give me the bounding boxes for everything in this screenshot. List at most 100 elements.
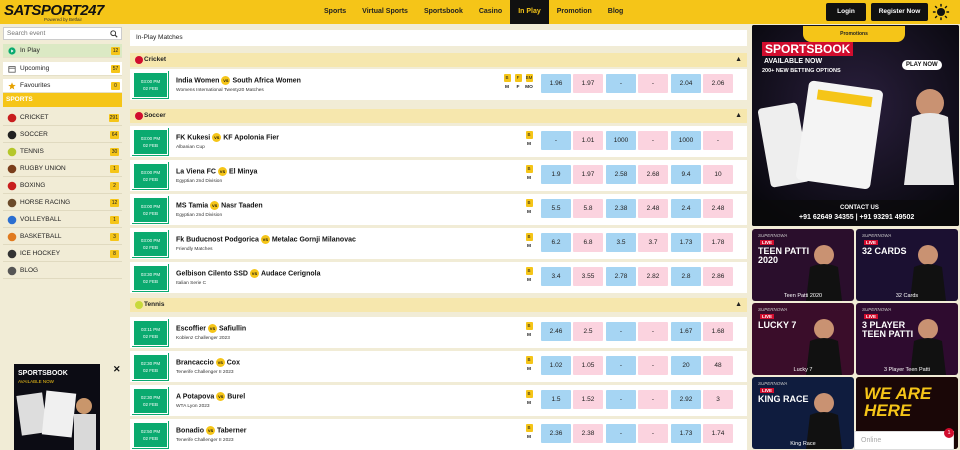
match-teams[interactable]: La Viena FC VS El Minya <box>176 167 257 176</box>
match-row[interactable]: 02:50 PM 02 FEB Bonadio VS Taberner Tenerife … <box>130 419 747 450</box>
back-odds-button[interactable]: - <box>606 74 636 93</box>
back-odds-button[interactable]: 1.73 <box>671 424 701 443</box>
game-tile-king-race[interactable]: SUPERNOWA LIVE KING RACE King Race <box>752 377 854 449</box>
sidebar-item-basketball[interactable]: BASKETBALL 3 <box>3 229 122 245</box>
back-odds-button[interactable]: 5.5 <box>541 199 571 218</box>
back-odds-button[interactable]: 2.38 <box>606 199 636 218</box>
lay-odds-button[interactable]: - <box>638 74 668 93</box>
lay-odds-button[interactable]: - <box>638 424 668 443</box>
lay-odds-button[interactable]: 2.06 <box>703 74 733 93</box>
lay-odds-button[interactable]: 1.97 <box>573 74 603 93</box>
back-odds-button[interactable]: - <box>606 424 636 443</box>
sidebar-item-soccer[interactable]: SOCCER 64 <box>3 127 122 143</box>
match-teams[interactable]: Fk Buducnost Podgorica VS Metalac Gornji M… <box>176 235 356 244</box>
back-odds-button[interactable]: 2.8 <box>671 267 701 286</box>
sidebar-item-ice-hockey[interactable]: ICE HOCKEY 8 <box>3 246 122 262</box>
lay-odds-button[interactable]: 3.7 <box>638 233 668 252</box>
sidebar-item-tennis[interactable]: TENNIS 30 <box>3 144 122 160</box>
back-odds-button[interactable]: 1.02 <box>541 356 571 375</box>
match-row[interactable]: 03:00 PM 02 FEB La Viena FC VS El Minya Egypt… <box>130 160 747 191</box>
lay-odds-button[interactable]: 6.8 <box>573 233 603 252</box>
back-odds-button[interactable]: - <box>606 390 636 409</box>
back-odds-button[interactable]: 2.92 <box>671 390 701 409</box>
back-odds-button[interactable]: - <box>606 356 636 375</box>
lay-odds-button[interactable]: 2.82 <box>638 267 668 286</box>
nav-sports[interactable]: Sports <box>316 0 354 24</box>
lay-odds-button[interactable]: 1.52 <box>573 390 603 409</box>
back-odds-button[interactable]: 1.67 <box>671 322 701 341</box>
match-row[interactable]: 03:30 PM 02 FEB Gelbison Cilento SSD VS Auda… <box>130 262 747 293</box>
match-row[interactable]: 03:00 PM 02 FEB FK Kukesi VS KF Apolonia Fie… <box>130 126 747 157</box>
section-header-cricket[interactable]: Cricket ▲ <box>130 53 747 67</box>
lay-odds-button[interactable]: 1.78 <box>703 233 733 252</box>
lay-odds-button[interactable]: 5.8 <box>573 199 603 218</box>
game-tile-lucky-7[interactable]: SUPERNOWA LIVE LUCKY 7 Lucky 7 <box>752 303 854 375</box>
match-teams[interactable]: Gelbison Cilento SSD VS Audace Cerignola <box>176 269 320 278</box>
match-row[interactable]: 03:00 PM 02 FEB India Women VS South Africa … <box>130 69 747 100</box>
back-odds-button[interactable]: 1.9 <box>541 165 571 184</box>
section-header-soccer[interactable]: Soccer ▲ <box>130 109 747 123</box>
lay-odds-button[interactable]: 1.01 <box>573 131 603 150</box>
back-odds-button[interactable]: 2.46 <box>541 322 571 341</box>
lay-odds-button[interactable]: 1.74 <box>703 424 733 443</box>
nav-in-play[interactable]: In Play <box>510 0 549 24</box>
register-button[interactable]: Register Now <box>871 3 928 21</box>
chevron-up-icon[interactable]: ▲ <box>735 298 742 312</box>
back-odds-button[interactable]: 2.04 <box>671 74 701 93</box>
lay-odds-button[interactable]: 2.5 <box>573 322 603 341</box>
match-row[interactable]: 02:30 PM 02 FEB Brancaccio VS Cox Tenerife Ch… <box>130 351 747 382</box>
lay-odds-button[interactable]: - <box>638 390 668 409</box>
nav-sportsbook[interactable]: Sportsbook <box>416 0 471 24</box>
match-teams[interactable]: FK Kukesi VS KF Apolonia Fier <box>176 133 279 142</box>
sidebar-item-blog[interactable]: BLOG <box>3 263 122 279</box>
back-odds-button[interactable]: 3.5 <box>606 233 636 252</box>
back-odds-button[interactable]: 2.4 <box>671 199 701 218</box>
site-logo[interactable]: SATSPORT247 Powered by Betfair <box>4 2 114 22</box>
match-teams[interactable]: A Potapova VS Burel <box>176 392 245 401</box>
lay-odds-button[interactable]: 2.86 <box>703 267 733 286</box>
sidebar-item-in-play[interactable]: In Play 12 <box>3 44 122 58</box>
back-odds-button[interactable]: 9.4 <box>671 165 701 184</box>
match-teams[interactable]: Bonadio VS Taberner <box>176 426 246 435</box>
section-header-tennis[interactable]: Tennis ▲ <box>130 298 747 312</box>
back-odds-button[interactable]: 1000 <box>671 131 701 150</box>
nav-promotion[interactable]: Promotion <box>549 0 600 24</box>
back-odds-button[interactable]: - <box>606 322 636 341</box>
lay-odds-button[interactable]: - <box>638 322 668 341</box>
lay-odds-button[interactable]: 3.55 <box>573 267 603 286</box>
back-odds-button[interactable]: 20 <box>671 356 701 375</box>
lay-odds-button[interactable]: 10 <box>703 165 733 184</box>
sun-icon[interactable] <box>932 3 950 21</box>
match-row[interactable]: 03:00 PM 02 FEB MS Tamia VS Nasr Taaden Egypt… <box>130 194 747 225</box>
game-tile-teen-patti-2020[interactable]: SUPERNOWA LIVE TEEN PATTI 2020 Teen Patti 2… <box>752 229 854 301</box>
sidebar-item-boxing[interactable]: BOXING 2 <box>3 178 122 194</box>
lay-odds-button[interactable]: - <box>638 356 668 375</box>
lay-odds-button[interactable]: 1.68 <box>703 322 733 341</box>
match-teams[interactable]: MS Tamia VS Nasr Taaden <box>176 201 263 210</box>
sidebar-item-cricket[interactable]: CRICKET 291 <box>3 110 122 126</box>
nav-casino[interactable]: Casino <box>471 0 510 24</box>
back-odds-button[interactable]: 1.96 <box>541 74 571 93</box>
back-odds-button[interactable]: 6.2 <box>541 233 571 252</box>
lay-odds-button[interactable]: 48 <box>703 356 733 375</box>
lay-odds-button[interactable]: 2.48 <box>638 199 668 218</box>
back-odds-button[interactable]: 1.5 <box>541 390 571 409</box>
match-row[interactable]: 02:30 PM 02 FEB A Potapova VS Burel WTA Lyon … <box>130 385 747 416</box>
sidebar-item-horse-racing[interactable]: HORSE RACING 12 <box>3 195 122 211</box>
back-odds-button[interactable]: 3.4 <box>541 267 571 286</box>
close-icon[interactable]: ✕ <box>113 364 121 375</box>
game-tile-3-player-teen-patti[interactable]: SUPERNOWA LIVE 3 PLAYER TEEN PATTI 3 Player… <box>856 303 958 375</box>
search-icon[interactable] <box>110 30 118 38</box>
lay-odds-button[interactable]: 2.38 <box>573 424 603 443</box>
lay-odds-button[interactable]: 2.48 <box>703 199 733 218</box>
lay-odds-button[interactable]: 3 <box>703 390 733 409</box>
sidebar-item-upcoming[interactable]: Upcoming 57 <box>3 62 122 76</box>
match-row[interactable]: 03:00 PM 02 FEB Fk Buducnost Podgorica VS Me… <box>130 228 747 259</box>
lay-odds-button[interactable]: 1.05 <box>573 356 603 375</box>
lay-odds-button[interactable]: - <box>638 131 668 150</box>
sidebar-ad-banner[interactable]: SPORTSBOOK AVAILABLE NOW <box>14 364 100 450</box>
back-odds-button[interactable]: 1000 <box>606 131 636 150</box>
promotions-tab[interactable]: Promotions <box>803 26 905 42</box>
nav-blog[interactable]: Blog <box>600 0 632 24</box>
sidebar-item-favourites[interactable]: Favourites 0 <box>3 79 122 93</box>
